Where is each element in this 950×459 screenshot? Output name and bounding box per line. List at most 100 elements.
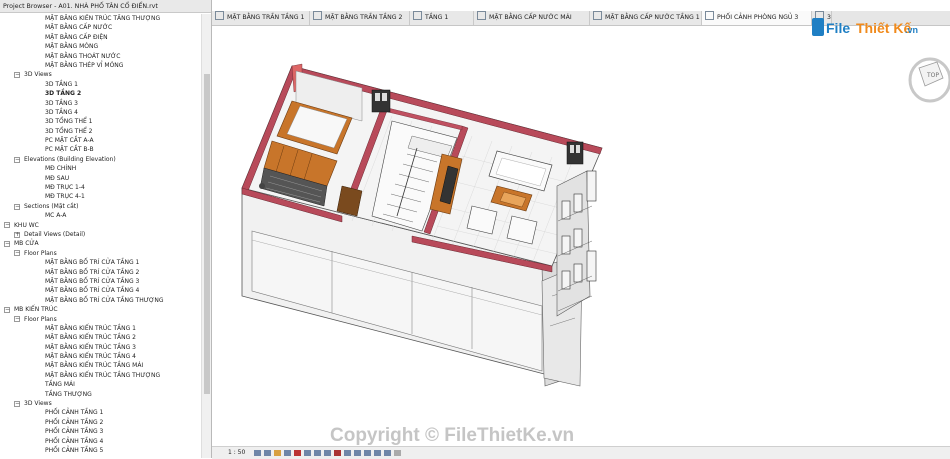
collapse-icon[interactable]: − [14, 72, 20, 79]
analytical-model-icon[interactable] [364, 450, 371, 456]
browser-item[interactable]: MẶT BẰNG BỐ TRÍ CỬA TẦNG 4 [0, 286, 201, 295]
browser-item[interactable]: PC MẶT CẮT A-A [0, 136, 201, 145]
browser-item-label: PHỐI CẢNH TẦNG 1 [45, 409, 104, 417]
temp-hide-icon[interactable] [324, 450, 331, 456]
scrollbar-thumb[interactable] [204, 74, 210, 394]
browser-item[interactable]: MẶT BẰNG BỐ TRÍ CỬA TẦNG 3 [0, 277, 201, 286]
browser-item[interactable]: MĐ TRỤC 4-1 [0, 192, 201, 201]
browser-item[interactable]: 3D TỔNG THỂ 2 [0, 127, 201, 136]
browser-item[interactable]: − Elevations (Building Elevation) [0, 155, 201, 164]
browser-item[interactable]: MẶT BẰNG KIẾN TRÚC TẦNG 1 [0, 324, 201, 333]
collapse-icon[interactable]: − [14, 316, 20, 323]
browser-item[interactable]: PC MẶT CẮT B-B [0, 145, 201, 154]
browser-item[interactable]: PHỐI CẢNH TẦNG 2 [0, 418, 201, 427]
building-3d-model[interactable] [212, 26, 950, 446]
browser-item[interactable]: −3D Views [0, 399, 201, 408]
temp-view-props-icon[interactable] [354, 450, 361, 456]
browser-item[interactable]: MĐ CHÍNH [0, 164, 201, 173]
browser-item[interactable]: MẶT BẰNG CẤP ĐIỆN [0, 33, 201, 42]
browser-item[interactable]: − Floor Plans [0, 249, 201, 258]
project-browser-scrollbar[interactable] [201, 14, 211, 458]
browser-item[interactable]: TẦNG THƯỢNG [0, 390, 201, 399]
collapse-icon[interactable]: − [4, 306, 10, 313]
view-tab[interactable]: MẶT BẰNG TRẦN TẦNG 2 [310, 11, 410, 25]
browser-item[interactable]: PHỐI CẢNH TẦNG 3 [0, 427, 201, 436]
browser-item[interactable]: 3D TẦNG 1 [0, 80, 201, 89]
browser-item[interactable]: − Floor Plans [0, 315, 201, 324]
browser-item[interactable]: PHỐI CẢNH TẦNG 5 [0, 446, 201, 455]
viewcube[interactable]: TOP [905, 50, 950, 105]
shadows-icon[interactable] [284, 450, 291, 456]
view-tab[interactable]: TẦNG 1 [410, 11, 474, 25]
logo-text-c: .vn [905, 25, 918, 35]
reveal-constraints-icon[interactable] [384, 450, 391, 456]
browser-item[interactable]: MẶT BẰNG MÓNG [0, 42, 201, 51]
browser-item-label: PHỐI CẢNH TẦNG 5 [45, 446, 104, 454]
view-tab[interactable]: MẶT BẰNG CẤP NƯỚC MÁI [474, 11, 590, 25]
browser-item[interactable]: MẶT BẰNG KIẾN TRÚC TẦNG THƯỢNG [0, 371, 201, 380]
sun-path-icon[interactable] [274, 450, 281, 456]
browser-item[interactable]: MẶT BẰNG KIẾN TRÚC TẦNG THƯỢNG [0, 14, 201, 23]
browser-item[interactable]: MẶT BẰNG CẤP NƯỚC [0, 23, 201, 32]
browser-item-label: MB CỬA [14, 240, 39, 248]
browser-item[interactable]: − MB CỬA [0, 239, 201, 248]
logo-mark [812, 18, 824, 36]
browser-item[interactable]: MC A-A [0, 211, 201, 220]
browser-item[interactable]: MẶT BẰNG BỐ TRÍ CỬA TẦNG 1 [0, 258, 201, 267]
scale-readout[interactable]: 1 : 50 [228, 447, 245, 459]
view-more-icon[interactable] [394, 450, 401, 456]
browser-item-label: MẶT BẰNG THOÁT NƯỚC [45, 52, 121, 60]
browser-item[interactable]: MẶT BẰNG THÉP VỈ MÓNG [0, 61, 201, 70]
browser-item[interactable]: 3D TẦNG 4 [0, 108, 201, 117]
view-tab[interactable]: MẶT BẰNG CẤP NƯỚC TẦNG 1 [590, 11, 702, 25]
browser-item-label: MẶT BẰNG KIẾN TRÚC TẦNG 3 [45, 343, 136, 351]
collapse-icon[interactable]: − [14, 203, 20, 210]
browser-item[interactable]: − MB KIẾN TRÚC [0, 305, 201, 314]
browser-item[interactable]: 3D TẦNG 2 [0, 89, 201, 98]
view-tab-label: TẦNG 1 [425, 14, 449, 21]
reveal-hidden-icon[interactable] [334, 450, 341, 456]
collapse-icon[interactable]: − [4, 241, 10, 248]
worksharing-icon[interactable] [344, 450, 351, 456]
browser-item-label: MẶT BẰNG KIẾN TRÚC TẦNG 4 [45, 353, 136, 361]
view-tab[interactable]: PHỐI CẢNH PHÒNG NGỦ 3 [702, 11, 812, 25]
browser-item[interactable]: MĐ SAU [0, 174, 201, 183]
browser-item-label: PHỐI CẢNH TẦNG 2 [45, 418, 104, 426]
browser-item[interactable]: MẶT BẰNG KIẾN TRÚC TẦNG 2 [0, 333, 201, 342]
collapse-icon[interactable]: − [4, 222, 10, 229]
crop-view-icon[interactable] [294, 450, 301, 456]
browser-item[interactable]: PHỐI CẢNH TẦNG 4 [0, 437, 201, 446]
browser-item-label: 3D TẦNG 1 [45, 80, 78, 88]
detail-level-icon[interactable] [254, 450, 261, 456]
browser-item[interactable]: −3D Views [0, 70, 201, 79]
floor-plan-icon [215, 11, 224, 20]
project-browser-title: Project Browser - A01. NHÀ PHỐ TÂN CỔ ĐI… [0, 0, 211, 13]
browser-item[interactable]: MẶT BẰNG THOÁT NƯỚC [0, 52, 201, 61]
expand-icon[interactable]: + [14, 231, 20, 238]
collapse-icon[interactable]: − [14, 250, 20, 257]
browser-item[interactable]: MẶT BẰNG BỐ TRÍ CỬA TẦNG THƯỢNG [0, 296, 201, 305]
browser-item[interactable]: MẶT BẰNG KIẾN TRÚC TẦNG MÁI [0, 361, 201, 370]
highlight-displacement-icon[interactable] [374, 450, 381, 456]
browser-item[interactable]: TẦNG MÁI [0, 380, 201, 389]
browser-item[interactable]: MĐ TRỤC 1-4 [0, 183, 201, 192]
browser-item[interactable]: 3D TỔNG THỂ 1 [0, 117, 201, 126]
browser-item-label: TẦNG MÁI [45, 381, 75, 389]
window-2 [566, 141, 584, 165]
browser-item[interactable]: MẶT BẰNG BỐ TRÍ CỬA TẦNG 2 [0, 268, 201, 277]
3d-viewport[interactable] [212, 26, 950, 446]
browser-item[interactable]: − Sections (Mặt cắt) [0, 202, 201, 211]
view-tab-label: PHỐI CẢNH PHÒNG NGỦ 3 [717, 14, 799, 21]
browser-item[interactable]: 3D TẦNG 3 [0, 99, 201, 108]
browser-item[interactable]: MẶT BẰNG KIẾN TRÚC TẦNG 3 [0, 343, 201, 352]
visual-style-icon[interactable] [264, 450, 271, 456]
show-crop-icon[interactable] [304, 450, 311, 456]
browser-item[interactable]: MẶT BẰNG KIẾN TRÚC TẦNG 4 [0, 352, 201, 361]
browser-item[interactable]: PHỐI CẢNH TẦNG 1 [0, 408, 201, 417]
collapse-icon[interactable]: − [14, 156, 20, 163]
view-tab[interactable]: MẶT BẰNG TRẦN TẦNG 1 [212, 11, 310, 25]
browser-item[interactable]: − KHU WC [0, 221, 201, 230]
lock-view-icon[interactable] [314, 450, 321, 456]
browser-item[interactable]: + Detail Views (Detail) [0, 230, 201, 239]
collapse-icon[interactable]: − [14, 400, 20, 407]
